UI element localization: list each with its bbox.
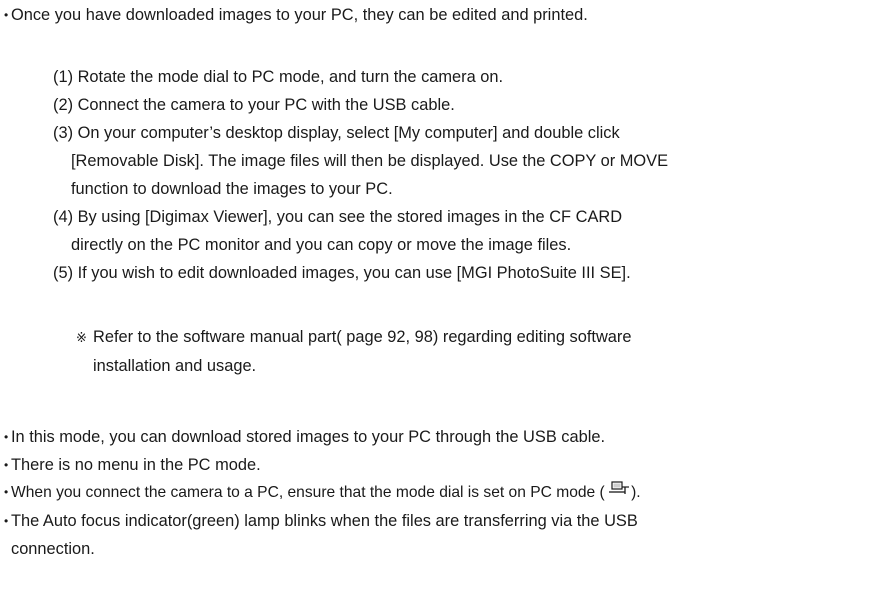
step-3-line-2: [Removable Disk]. The image files will t… (71, 151, 668, 171)
step-5: (5) If you wish to edit downloaded image… (53, 263, 631, 283)
intro-paragraph: • Once you have downloaded images to your… (4, 5, 588, 26)
bullet-item-4-line-2: connection. (11, 539, 95, 559)
step-1: (1) Rotate the mode dial to PC mode, and… (53, 67, 503, 87)
step-2: (2) Connect the camera to your PC with t… (53, 95, 455, 115)
bullet-item-4-text-cont: connection. (11, 540, 95, 558)
note-text: Refer to the software manual part( page … (93, 328, 632, 346)
bullet-item-1: • In this mode, you can download stored i… (4, 427, 605, 448)
bullet-marker: • (4, 485, 9, 500)
step-5-text: (5) If you wish to edit downloaded image… (53, 264, 631, 282)
bullet-marker: • (4, 514, 9, 528)
bullet-item-2: • There is no menu in the PC mode. (4, 455, 261, 476)
manual-page: { "intro": { "bullet": "•", "text": "Onc… (0, 0, 881, 596)
note-line-1: ※ Refer to the software manual part( page… (76, 327, 631, 348)
bullet-item-3-text: When you connect the camera to a PC, ens… (11, 484, 605, 502)
step-4-line-2: directly on the PC monitor and you can c… (71, 235, 571, 255)
bullet-item-2-text: There is no menu in the PC mode. (11, 456, 261, 474)
bullet-item-4-text: The Auto focus indicator(green) lamp bli… (11, 512, 638, 530)
step-3-text: (3) On your computer’s desktop display, … (53, 124, 620, 142)
intro-text: Once you have downloaded images to your … (11, 6, 588, 24)
step-3-line-3: function to download the images to your … (71, 179, 393, 199)
step-4-text: (4) By using [Digimax Viewer], you can s… (53, 208, 623, 226)
step-1-text: (1) Rotate the mode dial to PC mode, and… (53, 68, 504, 86)
bullet-item-3-end: ). (631, 484, 641, 502)
bullet-marker: • (4, 8, 9, 22)
step-4-line-1: (4) By using [Digimax Viewer], you can s… (53, 207, 622, 227)
bullet-marker: • (4, 430, 9, 444)
step-3-line-1: (3) On your computer’s desktop display, … (53, 123, 620, 143)
note-line-2: installation and usage. (93, 356, 256, 376)
step-4-text-cont: directly on the PC monitor and you can c… (71, 236, 572, 254)
bullet-item-4-line-1: • The Auto focus indicator(green) lamp bl… (4, 511, 638, 532)
bullet-item-3: • When you connect the camera to a PC, en… (4, 481, 641, 503)
pc-mode-icon (609, 481, 631, 501)
note-text-cont: installation and usage. (93, 357, 257, 375)
step-3-text-cont: function to download the images to your … (71, 180, 393, 198)
bullet-item-1-text: In this mode, you can download stored im… (11, 428, 606, 446)
reference-mark-icon: ※ (76, 330, 87, 345)
step-3-text-cont: [Removable Disk]. The image files will t… (71, 152, 669, 170)
step-2-text: (2) Connect the camera to your PC with t… (53, 96, 455, 114)
bullet-marker: • (4, 458, 9, 472)
